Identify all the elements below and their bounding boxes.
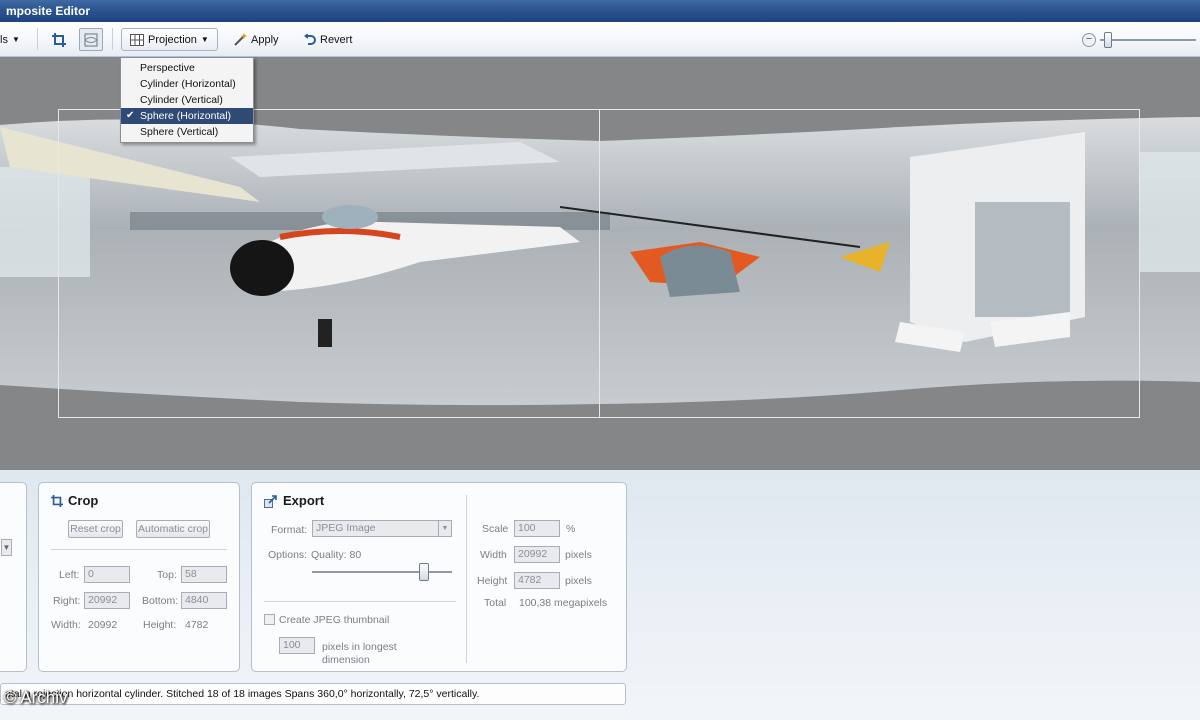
crop-right-field[interactable]: 20992 <box>84 592 130 609</box>
automatic-crop-button[interactable]: Automatic crop <box>136 520 210 538</box>
chevron-down-icon: ▼ <box>200 35 209 44</box>
crop-title: Crop <box>68 493 99 508</box>
divider <box>51 549 227 550</box>
export-panel-title: Export <box>264 493 324 508</box>
menu-item-label: Sphere (Horizontal) <box>140 110 232 122</box>
quality-slider-track[interactable] <box>312 571 452 573</box>
crop-left-field[interactable]: 0 <box>84 566 130 583</box>
menu-item-label: Sphere (Vertical) <box>140 126 219 138</box>
apply-button[interactable]: Apply <box>233 28 279 51</box>
status-bar: otal n rojection horizontal cylinder. St… <box>0 683 626 705</box>
crop-bottom-label: Bottom: <box>142 595 179 607</box>
menu-item-cylinder-horizontal[interactable]: Cylinder (Horizontal) <box>121 76 253 92</box>
height-field[interactable]: 4782 <box>514 572 560 589</box>
perspective-icon <box>84 32 98 47</box>
undo-icon <box>304 33 316 45</box>
zoom-thumb[interactable] <box>1104 32 1112 48</box>
total-label: Total <box>484 597 507 609</box>
crop-center-guide <box>599 109 600 418</box>
reset-crop-button[interactable]: Reset crop <box>68 520 123 538</box>
zoom-track[interactable] <box>1100 39 1196 41</box>
toolbar-separator <box>112 28 113 50</box>
crop-panel-title: Crop <box>51 493 98 508</box>
crop-width-label: Width: <box>51 619 81 631</box>
divider <box>466 495 467 663</box>
menu-item-label: Perspective <box>140 62 195 74</box>
menu-item-label: Cylinder (Vertical) <box>140 94 223 106</box>
status-text: otal n rojection horizontal cylinder. St… <box>5 688 480 700</box>
crop-top-field[interactable]: 58 <box>181 566 227 583</box>
revert-label: Revert <box>320 33 353 46</box>
menu-item-cylinder-vertical[interactable]: Cylinder (Vertical) <box>121 92 253 108</box>
thumbnail-checkbox[interactable] <box>264 614 275 625</box>
height-unit: pixels <box>565 575 592 587</box>
thumbnail-unit-label: pixels in longest dimension <box>322 641 397 666</box>
options-label: Options: <box>268 549 308 561</box>
chevron-down-icon: ▼ <box>438 521 451 536</box>
format-select[interactable]: JPEG Image ▼ <box>312 520 452 537</box>
menu-item-sphere-vertical[interactable]: Sphere (Vertical) <box>121 124 253 140</box>
crop-right-label: Right: <box>53 595 81 607</box>
window-title-bar: mposite Editor <box>0 0 1200 22</box>
apply-label: Apply <box>251 33 279 46</box>
crop-height-value: 4782 <box>185 619 209 631</box>
width-field[interactable]: 20992 <box>514 546 560 563</box>
crop-width-value: 20992 <box>88 619 118 631</box>
export-title: Export <box>283 493 325 508</box>
chevron-down-icon[interactable]: ▼ <box>1 539 12 556</box>
export-panel: Export Format: JPEG Image ▼ Options: Qua… <box>251 482 627 672</box>
total-value: 100,38 megapixels <box>519 597 608 609</box>
crop-height-label: Height: <box>143 619 177 631</box>
wand-icon <box>234 32 247 46</box>
toolbar: ls ▼ Projection ▼ Apply Revert − <box>0 22 1200 57</box>
format-value: JPEG Image <box>316 522 376 534</box>
copyright-watermark: © Archiv <box>4 688 68 707</box>
quality-slider-thumb[interactable] <box>419 563 429 581</box>
thumbnail-label: Create JPEG thumbnail <box>279 614 390 626</box>
grid-icon <box>130 33 144 46</box>
scale-unit: % <box>566 523 576 535</box>
projection-button[interactable]: Projection ▼ <box>121 28 218 51</box>
crop-bottom-field[interactable]: 4840 <box>181 592 227 609</box>
tools-menu-button[interactable]: ls ▼ <box>0 28 20 51</box>
width-unit: pixels <box>565 549 592 561</box>
crop-icon <box>52 32 66 47</box>
quality-label: Quality: 80 <box>311 549 362 561</box>
rotate-tool-button[interactable] <box>79 28 103 51</box>
height-label: Height <box>477 575 508 587</box>
width-label: Width <box>480 549 507 561</box>
crop-panel: Crop Reset crop Automatic crop Left: 0 T… <box>38 482 240 672</box>
revert-button[interactable]: Revert <box>304 28 352 51</box>
projection-label: Projection <box>148 33 197 46</box>
thumbnail-size-field[interactable]: 100 <box>279 637 315 654</box>
window-title: mposite Editor <box>6 4 91 18</box>
crop-top-label: Top: <box>157 569 177 581</box>
crop-icon <box>51 494 63 507</box>
menu-item-perspective[interactable]: Perspective <box>121 60 253 76</box>
zoom-slider[interactable]: − <box>1082 32 1196 48</box>
scale-field[interactable]: 100 <box>514 520 560 537</box>
stitch-panel: ▼ <box>0 482 27 672</box>
crop-tool-button[interactable] <box>47 28 71 51</box>
menu-item-label: Cylinder (Horizontal) <box>140 78 236 90</box>
export-icon <box>264 494 277 508</box>
format-label: Format: <box>271 524 308 536</box>
chevron-down-icon: ▼ <box>11 35 20 44</box>
crop-left-label: Left: <box>59 569 80 581</box>
tools-menu-label: ls <box>0 33 8 46</box>
zoom-out-icon[interactable]: − <box>1082 33 1096 47</box>
menu-item-sphere-horizontal[interactable]: ✔ Sphere (Horizontal) <box>121 108 253 124</box>
checkmark-icon: ✔ <box>126 110 135 121</box>
divider <box>264 601 456 602</box>
toolbar-separator <box>37 28 38 50</box>
projection-menu: Perspective Cylinder (Horizontal) Cylind… <box>120 57 254 143</box>
scale-label: Scale <box>482 523 509 535</box>
